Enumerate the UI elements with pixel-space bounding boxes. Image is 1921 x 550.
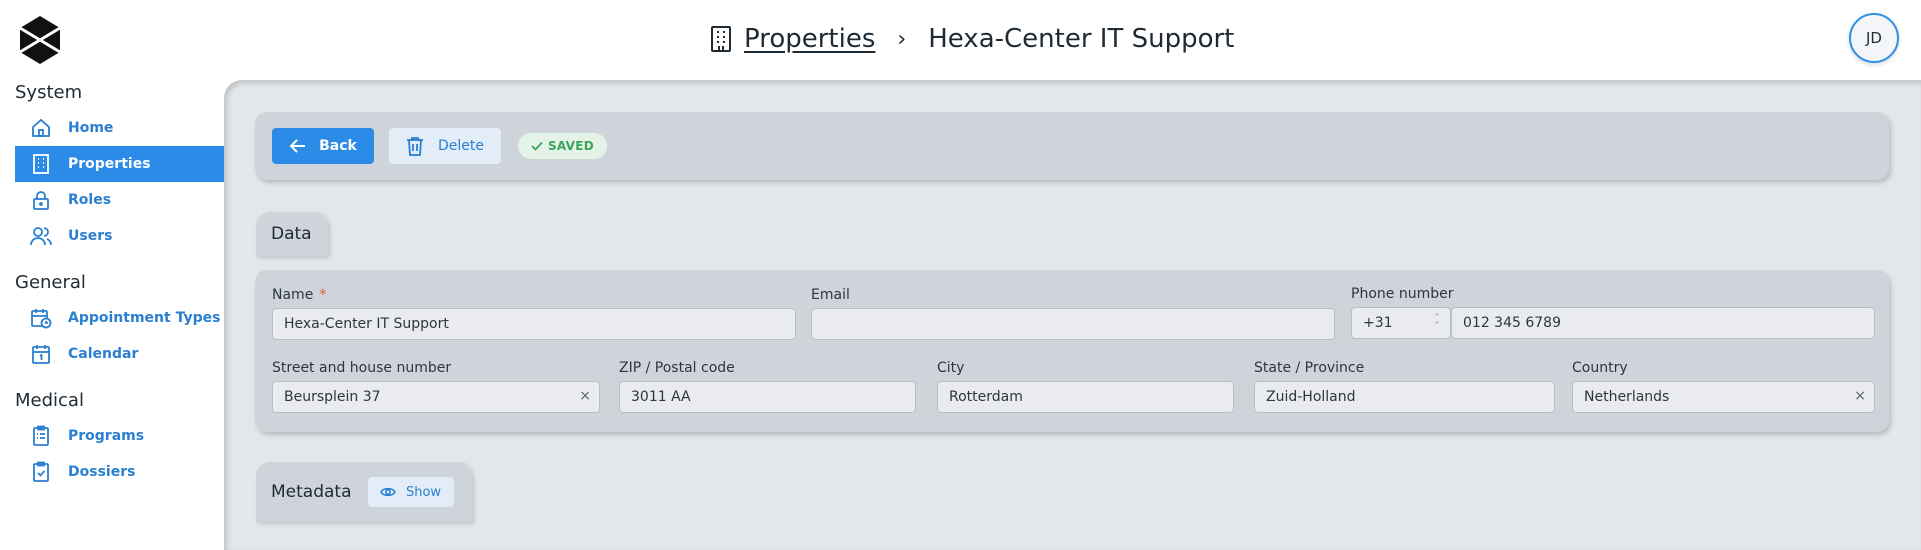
chevron-up-down-icon: ˄ ˅ <box>1434 313 1440 332</box>
status-badge-label: SAVED <box>547 139 595 153</box>
state-field-label: State / Province <box>1254 360 1365 376</box>
city-field[interactable]: Rotterdam <box>937 381 1234 413</box>
sidebar-item-appointment-types[interactable]: Appointment Types <box>15 300 224 336</box>
phone-country-code-value: +31 <box>1363 315 1393 331</box>
country-select[interactable]: Netherlands × <box>1572 381 1875 413</box>
street-field-value: Beursplein 37 <box>284 389 381 405</box>
clipboard-check-icon <box>30 461 52 483</box>
name-label-text: Name <box>272 287 314 303</box>
clear-icon[interactable]: × <box>579 388 591 404</box>
user-avatar[interactable]: JD <box>1849 13 1899 63</box>
status-badge: SAVED <box>518 133 607 159</box>
sidebar-item-label: Properties <box>68 156 151 172</box>
delete-button-label: Delete <box>438 138 484 154</box>
sidebar-item-calendar[interactable]: Calendar <box>15 336 224 372</box>
sidebar-item-label: Appointment Types <box>68 310 221 326</box>
clipboard-list-icon <box>30 425 52 447</box>
sidebar-item-label: Roles <box>68 192 112 208</box>
zip-field[interactable]: 3011 AA <box>619 381 916 413</box>
calendar-icon <box>30 343 52 365</box>
breadcrumb: Properties › Hexa-Center IT Support <box>708 20 1234 58</box>
building-icon <box>708 25 734 53</box>
users-icon <box>30 225 52 247</box>
email-field-label: Email <box>811 287 850 303</box>
clear-icon[interactable]: × <box>1854 388 1866 404</box>
state-field[interactable]: Zuid-Holland <box>1254 381 1555 413</box>
main-content: Back Delete SAVED Data Name * Hexa-Center… <box>224 80 1921 550</box>
calendar-clock-icon <box>30 307 52 329</box>
phone-field[interactable]: 012 345 6789 <box>1451 307 1875 339</box>
sidebar-item-dossiers[interactable]: Dossiers <box>15 454 224 490</box>
eye-icon <box>380 487 396 497</box>
sidebar-section-general: General <box>15 272 86 293</box>
back-button-label: Back <box>319 138 357 154</box>
sidebar-item-label: Home <box>68 120 114 136</box>
sidebar-item-properties[interactable]: Properties <box>15 146 224 182</box>
trash-icon <box>407 137 423 156</box>
data-form: Name * Hexa-Center IT Support Email Phone… <box>255 270 1889 432</box>
breadcrumb-current: Hexa-Center IT Support <box>928 24 1235 54</box>
sidebar-item-label: Dossiers <box>68 464 136 480</box>
delete-button[interactable]: Delete <box>389 128 501 164</box>
breadcrumb-link-properties[interactable]: Properties <box>744 24 875 54</box>
sidebar-item-users[interactable]: Users <box>15 218 224 254</box>
back-button[interactable]: Back <box>272 128 374 164</box>
city-field-label: City <box>937 360 965 376</box>
phone-field-label: Phone number <box>1351 286 1454 302</box>
email-field[interactable] <box>811 308 1335 340</box>
phone-country-code-select[interactable]: +31 ˄ ˅ <box>1351 307 1451 339</box>
zip-field-label: ZIP / Postal code <box>619 360 735 376</box>
app-logo-icon[interactable] <box>16 14 64 66</box>
check-icon <box>531 141 543 151</box>
tab-data: Data <box>256 212 328 256</box>
top-header: Properties › Hexa-Center IT Support JD <box>0 0 1921 80</box>
street-field[interactable]: Beursplein 37 × <box>272 381 600 413</box>
name-field-label: Name * <box>272 287 326 303</box>
building-icon <box>30 153 52 175</box>
tab-metadata: Metadata Show <box>256 462 472 522</box>
show-button-label: Show <box>405 484 442 500</box>
country-select-value: Netherlands <box>1584 389 1670 405</box>
show-metadata-button[interactable]: Show <box>367 477 454 507</box>
sidebar-item-roles[interactable]: Roles <box>15 182 224 218</box>
sidebar-section-medical: Medical <box>15 390 84 411</box>
name-field[interactable]: Hexa-Center IT Support <box>272 308 796 340</box>
country-field-label: Country <box>1572 360 1628 376</box>
street-field-label: Street and house number <box>272 360 452 376</box>
sidebar-item-home[interactable]: Home <box>15 110 224 146</box>
required-mark: * <box>319 287 327 303</box>
sidebar: System Home Properties Roles Users Gener… <box>0 80 224 535</box>
breadcrumb-separator: › <box>897 26 907 52</box>
tab-data-label: Data <box>271 224 312 244</box>
sidebar-item-label: Programs <box>68 428 145 444</box>
home-icon <box>30 117 52 139</box>
arrow-left-icon <box>289 139 306 153</box>
lock-icon <box>30 189 52 211</box>
sidebar-item-programs[interactable]: Programs <box>15 418 224 454</box>
tab-metadata-label: Metadata <box>271 482 352 502</box>
sidebar-item-label: Calendar <box>68 346 139 362</box>
action-toolbar: Back Delete SAVED <box>255 112 1889 180</box>
sidebar-section-system: System <box>15 82 83 103</box>
sidebar-item-label: Users <box>68 228 113 244</box>
